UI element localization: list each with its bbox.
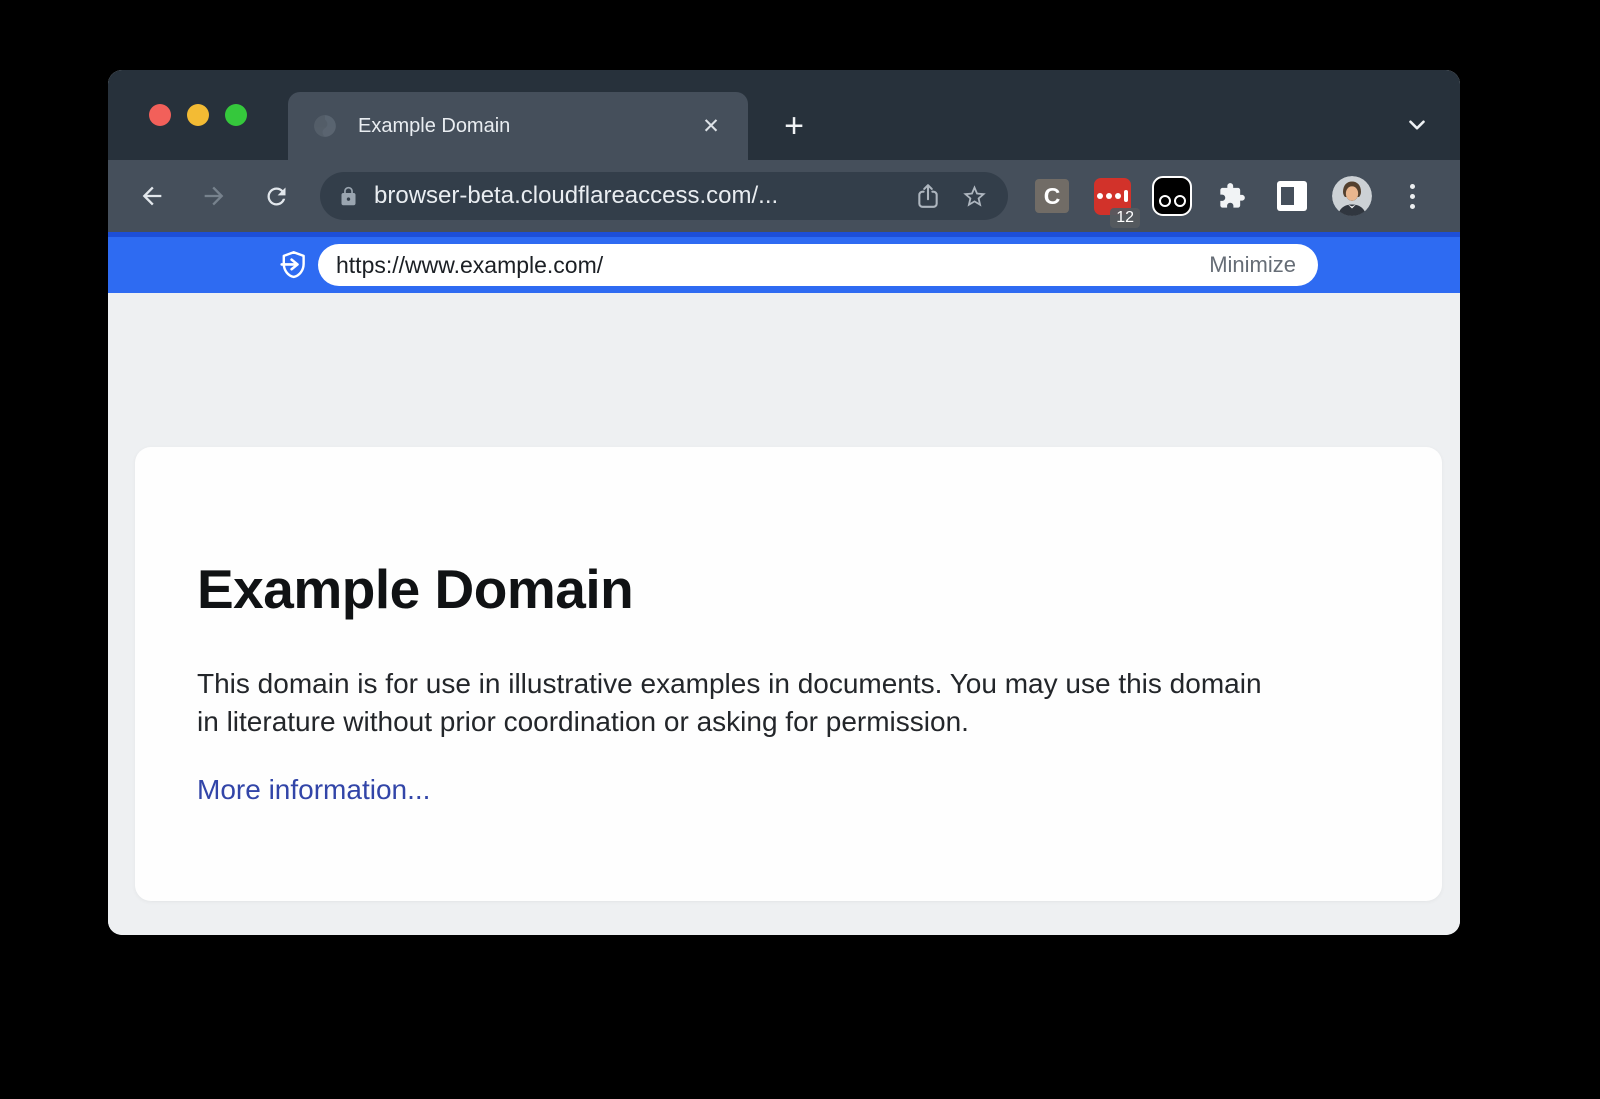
puzzle-piece-icon — [1218, 182, 1246, 210]
lastpass-badge: 12 — [1110, 208, 1140, 228]
window-close-button[interactable] — [149, 104, 171, 126]
tab-strip: Example Domain ✕ + — [108, 70, 1460, 160]
page-paragraph: This domain is for use in illustrative e… — [197, 665, 1277, 741]
isolation-bar: https://www.example.com/ Minimize — [108, 232, 1460, 293]
c-extension-icon: C — [1035, 179, 1069, 213]
tab-close-icon[interactable]: ✕ — [694, 109, 728, 143]
page-viewport: Example Domain This domain is for use in… — [108, 293, 1460, 935]
lock-icon — [338, 186, 359, 207]
more-information-link[interactable]: More information... — [197, 774, 430, 806]
side-panel-button[interactable] — [1262, 170, 1322, 222]
extensions-area: C 12 — [1022, 170, 1442, 222]
window-zoom-button[interactable] — [225, 104, 247, 126]
tab-title: Example Domain — [358, 115, 694, 138]
extension-goggles-button[interactable] — [1142, 170, 1202, 222]
isolation-url-input[interactable]: https://www.example.com/ Minimize — [318, 244, 1318, 286]
address-bar-url: browser-beta.cloudflareaccess.com/... — [374, 182, 895, 210]
extension-c-button[interactable]: C — [1022, 170, 1082, 222]
content-card: Example Domain This domain is for use in… — [135, 447, 1442, 901]
extension-lastpass-button[interactable]: 12 — [1082, 170, 1142, 222]
isolation-url-text: https://www.example.com/ — [336, 252, 1209, 279]
profile-avatar — [1332, 176, 1372, 216]
isolation-shield-icon — [276, 248, 310, 282]
forward-button[interactable] — [192, 174, 236, 218]
window-minimize-button[interactable] — [187, 104, 209, 126]
share-icon[interactable] — [915, 183, 941, 209]
globe-favicon-icon — [312, 113, 338, 139]
bookmark-star-icon[interactable] — [961, 183, 988, 210]
tab-example-domain[interactable]: Example Domain ✕ — [288, 92, 748, 160]
address-bar[interactable]: browser-beta.cloudflareaccess.com/... — [320, 172, 1008, 220]
window-controls — [149, 104, 247, 126]
page-title: Example Domain — [197, 557, 1380, 621]
new-tab-button[interactable]: + — [772, 104, 816, 148]
tab-search-chevron-icon[interactable] — [1400, 108, 1434, 142]
kebab-menu-icon — [1410, 184, 1415, 209]
browser-window: Example Domain ✕ + browser-beta.cloudfla… — [108, 70, 1460, 935]
back-button[interactable] — [130, 174, 174, 218]
goggles-icon — [1152, 176, 1192, 216]
minimize-bar-button[interactable]: Minimize — [1209, 252, 1296, 278]
extensions-menu-button[interactable] — [1202, 170, 1262, 222]
reload-button[interactable] — [254, 174, 298, 218]
browser-toolbar: browser-beta.cloudflareaccess.com/... C … — [108, 160, 1460, 232]
browser-menu-button[interactable] — [1382, 170, 1442, 222]
profile-button[interactable] — [1322, 170, 1382, 222]
side-panel-icon — [1277, 181, 1307, 211]
